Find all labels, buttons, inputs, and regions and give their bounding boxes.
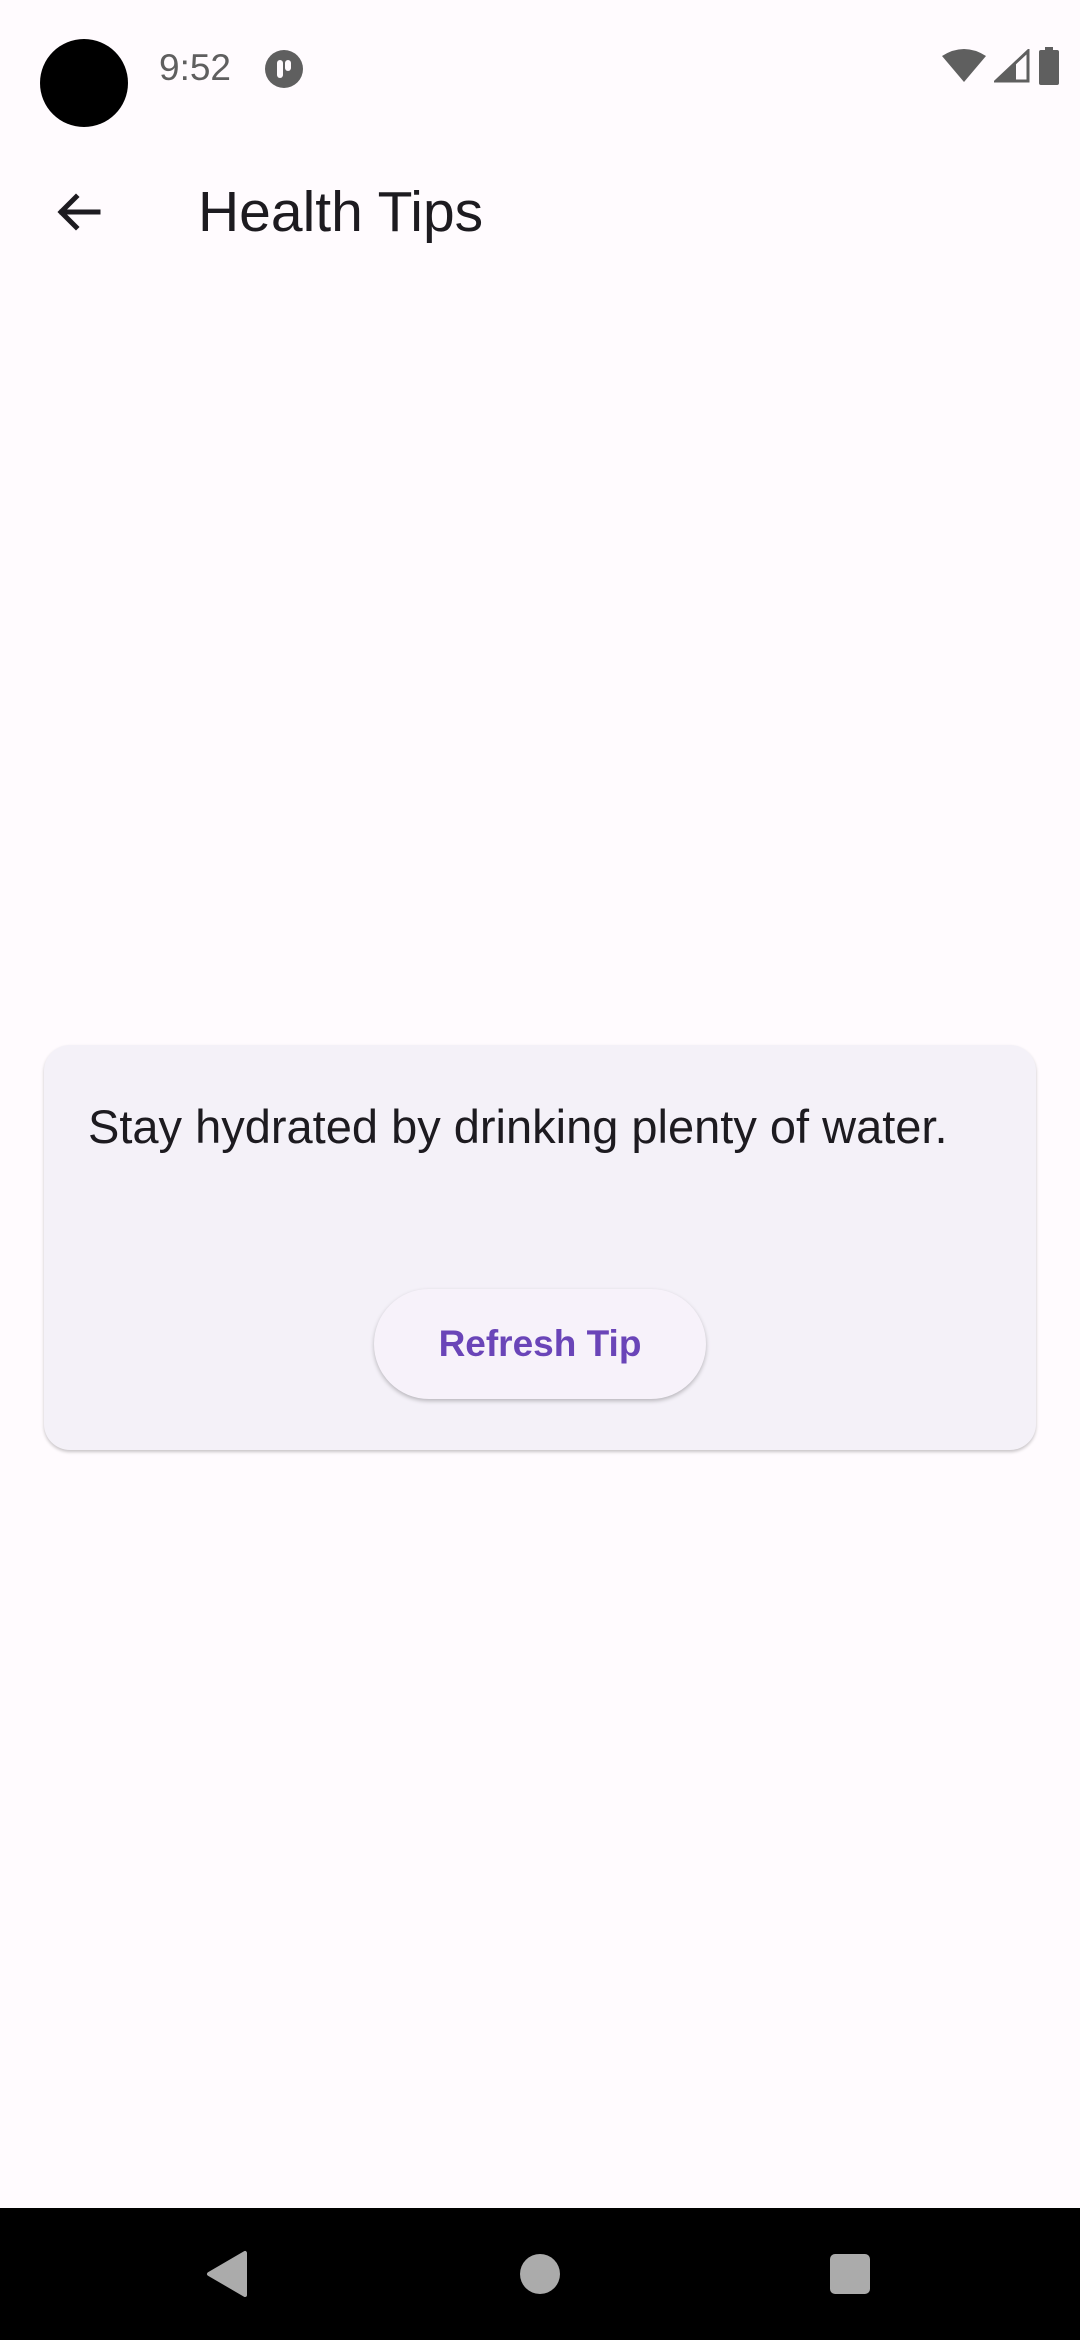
system-nav-bar — [0, 2208, 1080, 2340]
battery-icon — [1038, 46, 1060, 90]
app-notification-icon — [265, 50, 303, 88]
recents-icon — [830, 2254, 870, 2294]
home-icon — [520, 2254, 560, 2294]
status-bar: 9:52 — [0, 0, 1080, 140]
cell-signal-icon — [992, 47, 1030, 88]
arrow-back-icon — [57, 193, 101, 231]
app-bar: Health Tips — [0, 140, 1080, 284]
back-button[interactable] — [37, 170, 121, 254]
nav-back-button[interactable] — [190, 2238, 262, 2310]
refresh-tip-button[interactable]: Refresh Tip — [374, 1289, 706, 1399]
nav-home-button[interactable] — [504, 2238, 576, 2310]
tip-text: Stay hydrated by drinking plenty of wate… — [88, 1100, 948, 1153]
wifi-icon — [942, 48, 986, 88]
camera-cutout — [40, 39, 128, 127]
page-title: Health Tips — [198, 180, 484, 244]
back-icon — [207, 2251, 247, 2297]
nav-recents-button[interactable] — [814, 2238, 886, 2310]
status-time: 9:52 — [159, 47, 232, 88]
tip-card: Stay hydrated by drinking plenty of wate… — [44, 1045, 1036, 1450]
status-icons — [942, 46, 1060, 90]
